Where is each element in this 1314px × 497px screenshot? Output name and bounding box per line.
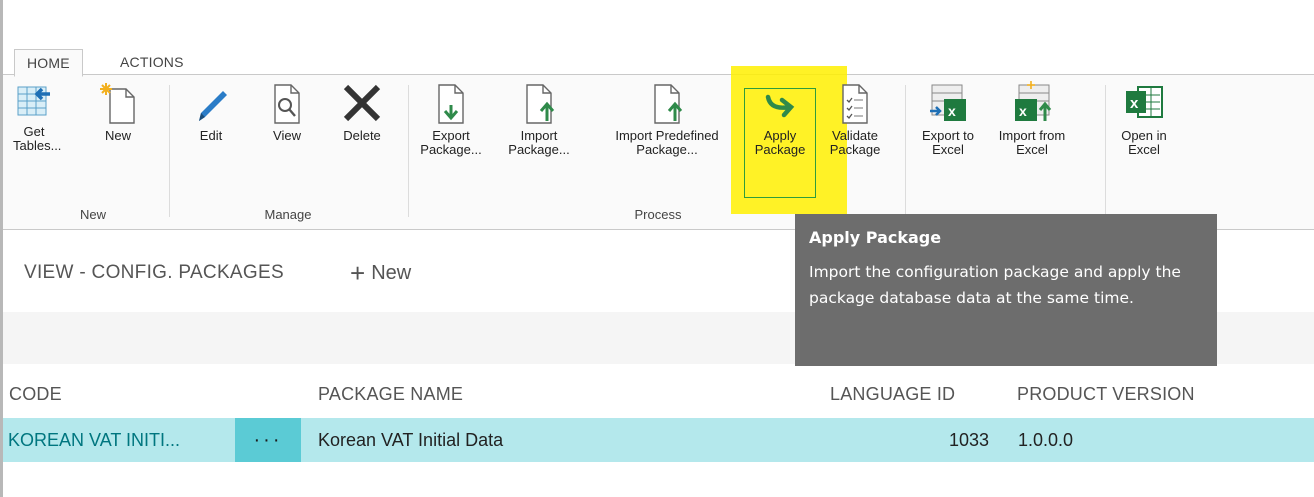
excel-icon: x [1126,86,1163,118]
apply-package-focus-frame [744,88,816,198]
export-to-excel-button[interactable]: x Export to Excel [913,81,983,191]
new-action-button[interactable]: + New [350,258,411,289]
new-button[interactable]: New [95,81,141,191]
validate-checklist-icon [842,84,868,124]
new-document-icon [100,83,135,124]
svg-text:x: x [948,103,956,119]
ribbon-top-space [3,0,1314,42]
column-header-package-name[interactable]: PACKAGE NAME [318,384,463,405]
view-button[interactable]: View [267,81,307,191]
get-tables-label: Get Tables... [13,124,62,153]
cell-code[interactable]: KOREAN VAT INITI... [8,418,180,462]
page-title: VIEW - CONFIG. PACKAGES [24,262,284,283]
view-label: View [273,128,301,143]
tab-home[interactable]: HOME [14,49,83,77]
get-tables-icon [17,86,50,116]
validate-package-button[interactable]: Validate Package [825,81,885,191]
excel-export-icon: x [930,84,966,121]
group-separator [1105,85,1106,217]
new-label: New [104,128,131,143]
tooltip: Apply Package Import the configuration p… [795,214,1217,366]
view-document-icon [274,84,300,124]
group-label-manage: Manage [264,207,312,222]
export-package-label: Export Package... [420,128,482,157]
group-label-process: Process [634,207,682,222]
export-package-icon [438,84,464,124]
excel-import-icon: x [1015,81,1052,121]
row-actions-ellipsis-icon[interactable]: ··· [235,418,301,462]
pencil-icon [199,91,227,121]
ribbon: Get Tables... New Edit View Delete Expor… [3,74,1314,230]
cell-language-id: 1033 [948,430,989,450]
delete-label: Delete [343,128,381,143]
import-from-excel-label: Import from Excel [998,128,1066,157]
group-separator [905,85,906,217]
group-separator [169,85,170,217]
import-from-excel-button[interactable]: x Import from Excel [993,81,1071,191]
validate-package-label: Validate Package [829,128,881,157]
cell-product-version: 1.0.0.0 [1018,430,1074,450]
tooltip-title: Apply Package [809,228,942,247]
column-header-code[interactable]: CODE [9,384,62,405]
delete-x-icon [343,84,381,122]
export-package-button[interactable]: Export Package... [418,81,484,191]
tab-actions[interactable]: ACTIONS [120,50,184,74]
import-predefined-icon [654,84,683,124]
group-label-new: New [79,207,106,222]
tooltip-body: Import the configuration package and app… [809,263,1181,307]
import-package-button[interactable]: Import Package... [506,81,572,191]
cell-package-name: Korean VAT Initial Data [318,430,504,450]
plus-icon: + [350,258,366,288]
edit-label: Edit [199,128,223,143]
delete-button[interactable]: Delete [337,81,387,191]
column-header-product-version[interactable]: PRODUCT VERSION [1017,384,1195,405]
ribbon-tabs: HOME ACTIONS [3,42,1314,77]
svg-text:x: x [1130,95,1139,112]
open-in-excel-label: Open in Excel [1121,128,1167,157]
open-in-excel-button[interactable]: x Open in Excel [1111,81,1177,191]
get-tables-button[interactable]: Get Tables... [13,81,62,191]
table-row[interactable]: KOREAN VAT INITI... ··· Korean VAT Initi… [3,418,1314,462]
new-action-label: New [371,262,412,284]
import-package-label: Import Package... [508,128,570,157]
import-predefined-label: Import Predefined Package... [615,128,719,157]
svg-text:x: x [1019,103,1027,119]
edit-button[interactable]: Edit [191,81,231,191]
import-predefined-package-button[interactable]: Import Predefined Package... [595,81,739,191]
group-separator [408,85,409,217]
export-to-excel-label: Export to Excel [921,128,975,157]
column-header-language-id[interactable]: LANGUAGE ID [830,384,955,405]
import-package-icon [526,84,555,124]
